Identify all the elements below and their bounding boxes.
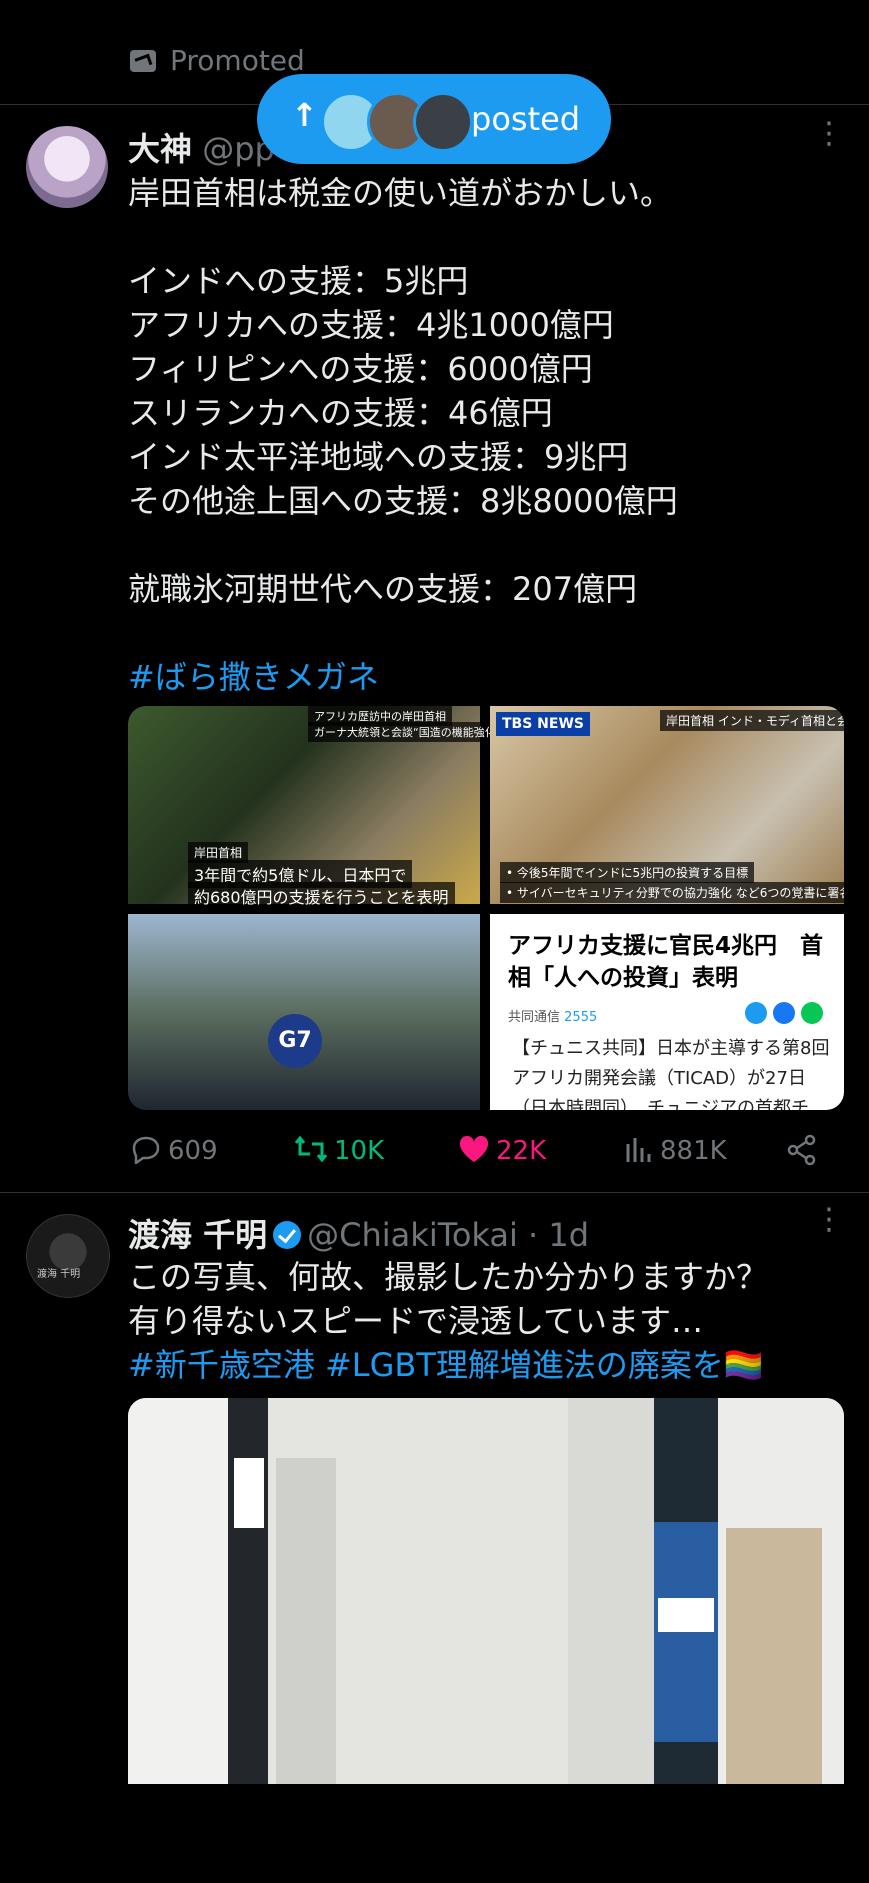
share-button[interactable] — [786, 1134, 824, 1168]
tweet-actions: 609 10K 22K 881K — [0, 1128, 869, 1174]
like-button[interactable]: 22K — [458, 1134, 546, 1166]
tweet-header: 渡海 千明 @ChiakiTokai · 1d — [128, 1210, 589, 1256]
reply-icon — [132, 1136, 160, 1164]
new-posts-label: posted — [471, 100, 581, 138]
photo-wall — [268, 1398, 568, 1784]
photo-pillar — [654, 1398, 718, 1784]
tweet-text-line: インド太平洋地域への支援：9兆円 — [128, 438, 629, 476]
heart-icon — [459, 1135, 489, 1162]
avatar-caption: 渡海 千明 — [37, 1269, 81, 1280]
new-posts-pill[interactable]: ↑ posted — [257, 74, 611, 164]
tweet-text-line: スリランカへの支援：46億円 — [128, 394, 553, 432]
more-options-icon[interactable]: ⋮ — [814, 1205, 844, 1235]
tweet-text-line: インドへの支援：5兆円 — [128, 262, 469, 300]
tweet-text-line: 岸田首相は税金の使い道がおかしい。 — [128, 174, 673, 212]
author-name[interactable]: 大神 — [128, 130, 192, 168]
media-image[interactable]: TBS NEWS 岸田首相 インド・モディ首相と会談 • 今後5年間でインドに5… — [490, 706, 844, 904]
photo-pillar — [228, 1398, 268, 1784]
verified-badge-icon — [273, 1221, 302, 1249]
article-comment-count: 2555 — [564, 1010, 598, 1025]
repost-button[interactable]: 10K — [294, 1134, 384, 1166]
image-caption: • サイバーセキュリティ分野での協力強化 など6つの覚書に署名 — [500, 882, 844, 903]
repost-count: 10K — [334, 1136, 385, 1166]
article-card[interactable]: アフリカ支援に官民4兆円 首相「人への投資」表明 共同通信 2555 【チュニス… — [490, 914, 844, 1110]
article-title: アフリカ支援に官民4兆円 首相「人への投資」表明 — [508, 933, 824, 991]
hashtag-link[interactable]: #新千歳空港 #LGBT理解増進法の廃案を🏳️‍🌈 — [128, 1340, 764, 1386]
views-button[interactable]: 881K — [624, 1134, 727, 1166]
repost-icon — [294, 1135, 328, 1163]
restroom-sign — [234, 1458, 264, 1528]
tweet-text-line: その他途上国への支援：8兆8000億円 — [128, 482, 678, 520]
author-handle[interactable]: @ChiakiTokai — [307, 1216, 518, 1254]
photo-door-frame — [276, 1458, 336, 1784]
tweet[interactable]: 大神 @pp ⋮ 岸田首相は税金の使い道がおかしい。 インドへの支援：5兆円 ア… — [0, 0, 869, 1192]
image-caption: 約680億円の支援を行うことを表明 — [188, 882, 455, 910]
like-count: 22K — [496, 1136, 547, 1166]
tweet-text-line: この写真、何故、撮影したか分かりますか？ — [128, 1258, 769, 1296]
tweet-text-line: フィリピンへの支援：6000億円 — [128, 350, 593, 388]
twitter-icon — [745, 1002, 767, 1024]
article-body: 【チュニス共同】日本が主導する第8回アフリカ開発会議（TICAD）が27日（日本… — [512, 1038, 830, 1110]
reply-button[interactable]: 609 — [130, 1134, 218, 1166]
reply-count: 609 — [168, 1136, 218, 1166]
more-options-icon[interactable]: ⋮ — [814, 119, 844, 149]
media-grid[interactable]: アフリカ歴訪中の岸田首相 ガーナ大統領と会談“国造の機能強化で連携” 岸田首相 … — [128, 706, 844, 1110]
tbs-news-logo: TBS NEWS — [496, 712, 590, 736]
photo-wall — [128, 1398, 228, 1784]
line-icon — [801, 1002, 823, 1024]
g7-logo: G7 — [268, 1014, 322, 1068]
tweet-text-line: 就職氷河期世代への支援：207億円 — [128, 570, 638, 608]
photo-blue-panel — [654, 1522, 718, 1742]
image-caption: 岸田首相 インド・モディ首相と会談 — [660, 710, 844, 731]
avatar[interactable]: 渡海 千明 — [26, 1214, 110, 1298]
views-count: 881K — [660, 1136, 727, 1166]
tweet-time[interactable]: · 1d — [528, 1216, 589, 1254]
share-icon — [787, 1134, 816, 1166]
article-source-name: 共同通信 — [508, 1010, 561, 1025]
author-name[interactable]: 渡海 千明 — [128, 1216, 267, 1254]
up-arrow-icon: ↑ — [291, 96, 318, 134]
media-image[interactable]: G7 — [128, 914, 480, 1110]
media-image[interactable]: アフリカ歴訪中の岸田首相 ガーナ大統領と会談“国造の機能強化で連携” 岸田首相 … — [128, 706, 541, 910]
article-share-icons — [745, 1002, 829, 1028]
article-source: 共同通信 2555 — [508, 1006, 597, 1025]
photo-doorway — [726, 1528, 822, 1784]
views-icon — [626, 1138, 651, 1162]
hashtag-link[interactable]: #ばら撒きメガネ — [128, 652, 379, 698]
media-image[interactable] — [128, 1398, 844, 1784]
image-caption: • 今後5年間でインドに5兆円の投資する目標 — [500, 862, 755, 883]
restroom-sign — [658, 1598, 714, 1632]
tweet-text-line: アフリカへの支援：4兆1000億円 — [128, 306, 614, 344]
avatar — [413, 92, 473, 152]
facebook-icon — [773, 1002, 795, 1024]
photo-wall — [718, 1398, 844, 1784]
tweet-header: 大神 @pp — [128, 124, 275, 170]
avatar[interactable] — [26, 126, 108, 208]
tweet-divider — [0, 1192, 869, 1193]
tweet-text-line: 有り得ないスピードで浸透しています… — [128, 1302, 704, 1340]
